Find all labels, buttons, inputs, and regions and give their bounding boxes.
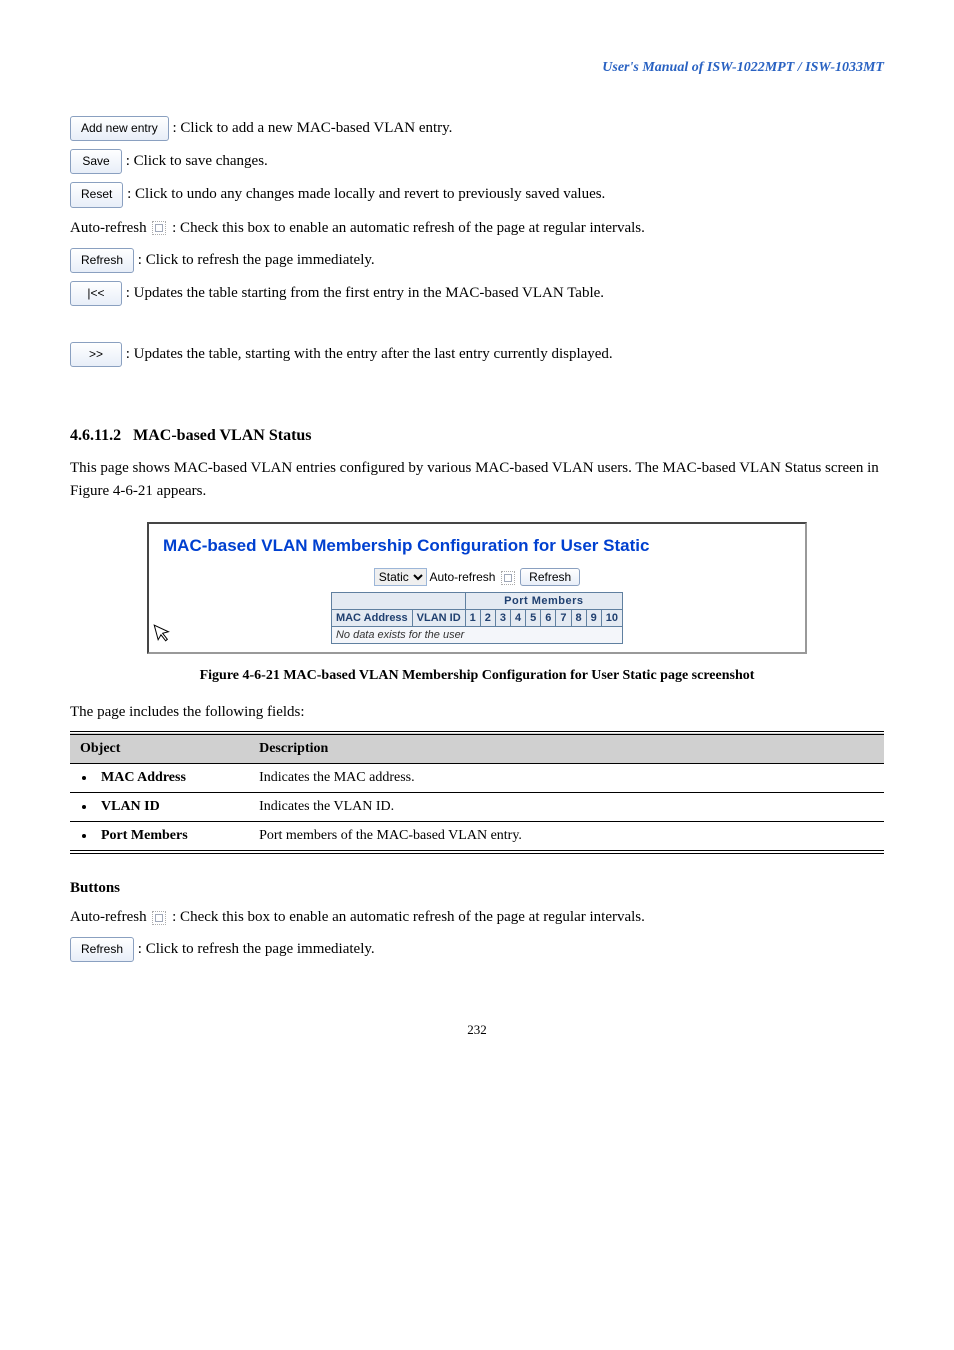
auto-refresh-desc-2: : Check this box to enable an automatic … [172, 909, 645, 925]
desc-vlan-id: Indicates the VLAN ID. [249, 793, 884, 822]
col-port-7: 7 [556, 610, 571, 627]
col-port-6: 6 [541, 610, 556, 627]
col-port-9: 9 [586, 610, 601, 627]
desc-mac-address: Indicates the MAC address. [249, 764, 884, 793]
section-para-main: This page shows MAC-based VLAN entries c… [70, 460, 879, 476]
add-new-entry-desc: : Click to add a new MAC-based VLAN entr… [172, 120, 452, 136]
desc-port-members: Port members of the MAC-based VLAN entry… [249, 822, 884, 853]
table-row: MAC Address Indicates the MAC address. [70, 764, 884, 793]
col-mac-address: MAC Address [331, 610, 412, 627]
figure-table: Port Members MAC Address VLAN ID 1 2 3 4… [331, 592, 623, 644]
refresh-button[interactable]: Refresh [70, 248, 134, 273]
auto-refresh-checkbox-icon[interactable] [152, 221, 166, 235]
page-next-button[interactable]: >> [70, 342, 122, 367]
figure-auto-refresh-checkbox[interactable] [501, 571, 515, 585]
fields-head-object: Object [70, 733, 249, 764]
fields-intro: The page includes the following fields: [70, 704, 884, 721]
save-desc: : Click to save changes. [126, 153, 268, 169]
fields-table: Object Description MAC Address Indicates… [70, 731, 884, 854]
reset-desc: : Click to undo any changes made locally… [127, 186, 605, 202]
figure-auto-refresh-label: Auto-refresh [429, 570, 495, 584]
buttons-heading: Buttons [70, 880, 884, 897]
section-title-text: MAC-based VLAN Status [133, 427, 311, 444]
refresh-desc: : Click to refresh the page immediately. [138, 252, 375, 268]
section-number: 4.6.11.2 [70, 427, 121, 444]
table-row: VLAN ID Indicates the VLAN ID. [70, 793, 884, 822]
figure-refresh-button[interactable]: Refresh [520, 568, 580, 586]
auto-refresh-desc: : Check this box to enable an automatic … [172, 220, 645, 236]
figure-container: MAC-based VLAN Membership Configuration … [147, 522, 807, 684]
col-port-10: 10 [601, 610, 622, 627]
figure-ref: Figure 4-6-21 [70, 483, 153, 499]
section-paragraph: This page shows MAC-based VLAN entries c… [70, 457, 884, 502]
page-first-desc: : Updates the table starting from the fi… [126, 285, 604, 301]
page-first-button[interactable]: |<< [70, 281, 122, 306]
auto-refresh-checkbox-icon-2[interactable] [152, 911, 166, 925]
section-para-tail: appears. [157, 483, 207, 499]
col-port-1: 1 [465, 610, 480, 627]
section-heading: 4.6.11.2 MAC-based VLAN Status [70, 427, 884, 445]
reset-button[interactable]: Reset [70, 182, 123, 207]
figure-title: MAC-based VLAN Membership Configuration … [163, 536, 793, 556]
col-port-3: 3 [495, 610, 510, 627]
port-members-header: Port Members [465, 593, 622, 610]
fields-head-description: Description [249, 733, 884, 764]
obj-port-members: Port Members [82, 828, 239, 844]
user-type-select[interactable]: Static [374, 568, 427, 586]
col-port-2: 2 [480, 610, 495, 627]
add-new-entry-button[interactable]: Add new entry [70, 116, 169, 141]
refresh-button-2[interactable]: Refresh [70, 937, 134, 962]
figure-empty-message: No data exists for the user [331, 627, 622, 644]
auto-refresh-label: Auto-refresh [70, 220, 147, 236]
obj-mac-address: MAC Address [82, 770, 239, 786]
col-port-5: 5 [526, 610, 541, 627]
page-header: User's Manual of ISW-1022MPT / ISW-1033M… [70, 60, 884, 76]
page-next-desc: : Updates the table, starting with the e… [126, 346, 613, 362]
cursor-icon [152, 619, 176, 650]
col-vlan-id: VLAN ID [412, 610, 465, 627]
obj-vlan-id: VLAN ID [82, 799, 239, 815]
page-number: 232 [70, 1022, 884, 1038]
col-port-4: 4 [511, 610, 526, 627]
save-button[interactable]: Save [70, 149, 122, 174]
table-row: Port Members Port members of the MAC-bas… [70, 822, 884, 853]
figure-caption: Figure 4-6-21 MAC-based VLAN Membership … [147, 668, 807, 684]
auto-refresh-label-2: Auto-refresh [70, 909, 147, 925]
col-port-8: 8 [571, 610, 586, 627]
refresh-desc-2: : Click to refresh the page immediately. [138, 941, 375, 957]
